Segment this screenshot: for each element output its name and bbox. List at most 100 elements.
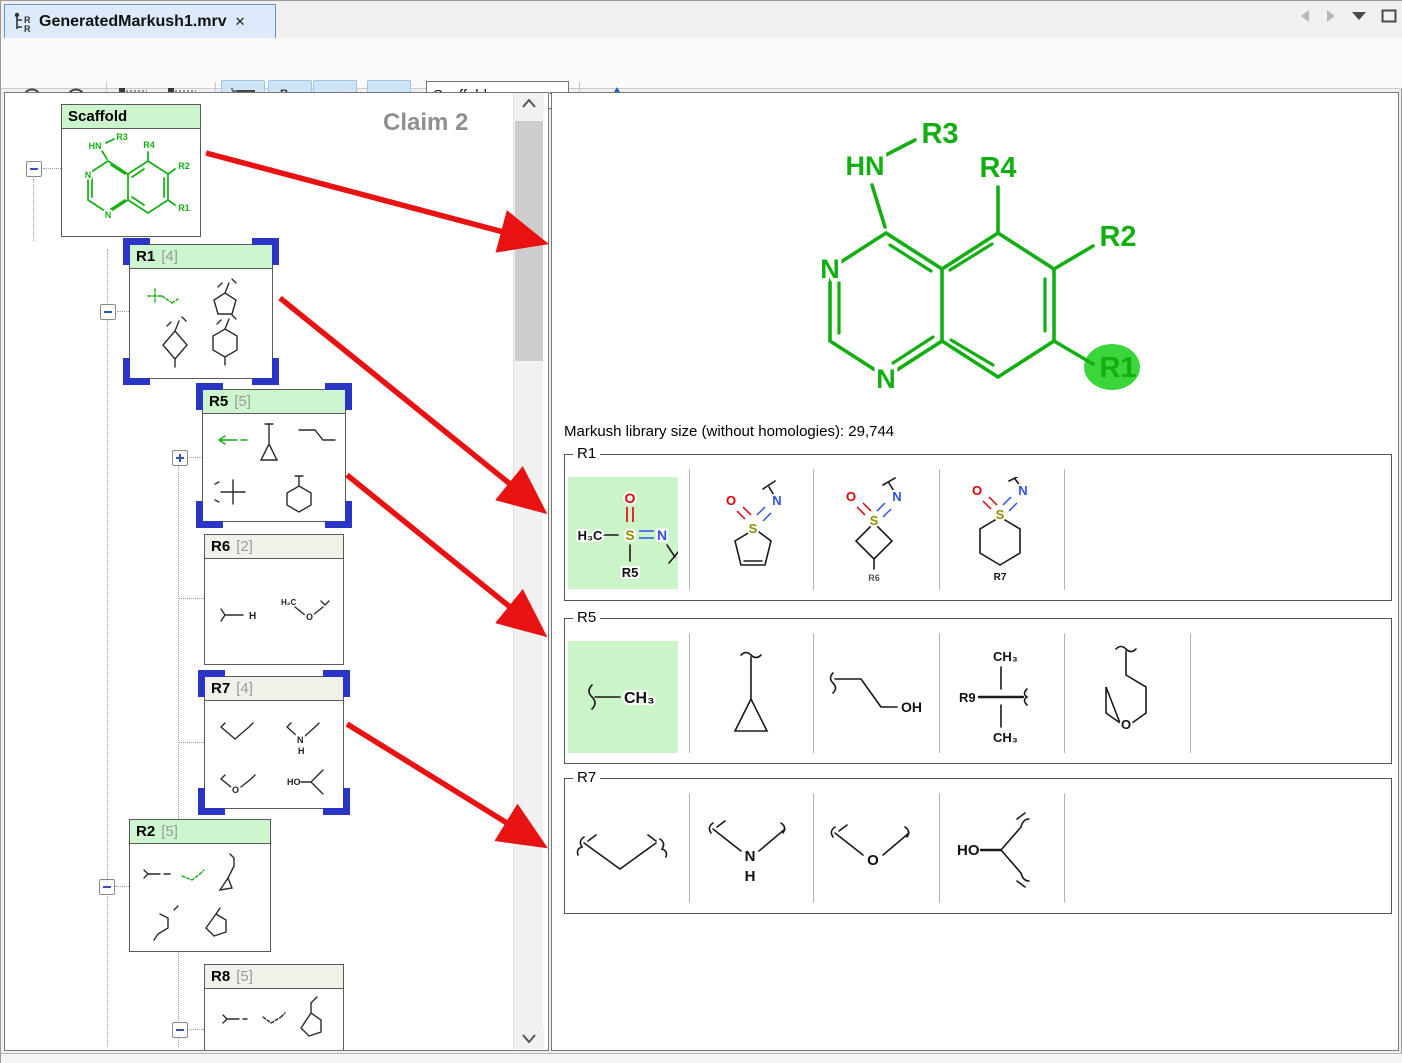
selection-corner xyxy=(325,383,352,410)
markush-tree-tab-icon: R R xyxy=(13,11,33,33)
expander-r5[interactable] xyxy=(172,450,188,466)
svg-text:R1: R1 xyxy=(178,203,190,213)
svg-text:R4: R4 xyxy=(143,140,155,150)
cell-separator xyxy=(689,633,690,753)
svg-text:HO: HO xyxy=(287,777,301,787)
tree-node-r2[interactable]: R2[5] xyxy=(129,819,271,952)
r7-option-amine[interactable]: N H xyxy=(695,797,805,907)
svg-text:CH₃: CH₃ xyxy=(993,649,1018,664)
r8-thumbnails xyxy=(205,989,341,1051)
scaffold-structure: HN R3 R4 R2 N N R1 xyxy=(552,93,1398,415)
r7-option-hydroxymethine[interactable]: HO xyxy=(945,797,1055,907)
svg-text:O: O xyxy=(1121,717,1131,732)
cell-separator xyxy=(939,793,940,903)
svg-text:O: O xyxy=(625,490,636,506)
r1-option-thiolane-sulfoximine[interactable]: S O N xyxy=(695,477,805,589)
chevron-up-icon xyxy=(522,99,536,108)
tree-node-r1[interactable]: R1[4] xyxy=(129,244,273,379)
svg-text:R1: R1 xyxy=(1099,352,1136,384)
svg-text:H: H xyxy=(745,868,756,885)
tree-connector xyxy=(33,179,34,241)
chevron-down-icon xyxy=(522,1034,536,1043)
library-size-text: Markush library size (without homologies… xyxy=(564,423,894,440)
r7-thumbnails: N H O HO xyxy=(205,701,341,805)
selection-corner xyxy=(198,670,225,697)
r7-groupbox: R7 N H O HO xyxy=(564,778,1392,914)
toolbar: R R Scaffold R xyxy=(1,38,1402,89)
expander-r1[interactable] xyxy=(100,304,116,320)
r7-group-label: R7 xyxy=(573,769,600,786)
svg-text:HO: HO xyxy=(957,842,980,859)
selection-corner xyxy=(196,383,223,410)
scrollbar-thumb[interactable] xyxy=(515,121,543,361)
svg-text:S: S xyxy=(625,527,634,543)
expander-scaffold[interactable] xyxy=(26,161,42,177)
tree-connector xyxy=(178,463,179,1047)
svg-text:S: S xyxy=(870,513,879,528)
tree-scrollbar[interactable] xyxy=(513,93,543,1049)
svg-text:N: N xyxy=(657,527,667,543)
r7-option-ether[interactable]: O xyxy=(819,797,929,907)
r5-option-cyclopropyl[interactable] xyxy=(695,641,805,753)
svg-text:N: N xyxy=(105,210,112,220)
tree-connector xyxy=(179,742,204,743)
r6-thumbnails: H H₃C O xyxy=(205,559,341,661)
cell-separator xyxy=(1064,633,1065,753)
svg-text:CH₃: CH₃ xyxy=(993,730,1018,745)
selection-corner xyxy=(323,670,350,697)
tab-close-icon[interactable]: ✕ xyxy=(235,14,246,30)
svg-text:R2: R2 xyxy=(178,161,190,171)
r5-group-label: R5 xyxy=(573,609,600,626)
tree-node-r7[interactable]: R7[4] N H O HO xyxy=(204,676,344,809)
next-tab-icon[interactable] xyxy=(1325,9,1337,23)
svg-text:S: S xyxy=(996,507,1005,522)
cell-separator xyxy=(939,469,940,590)
tree-connector xyxy=(115,886,129,887)
svg-text:HN: HN xyxy=(846,151,885,181)
r5-option-methyl[interactable]: CH₃ xyxy=(568,641,678,753)
svg-text:R3: R3 xyxy=(921,118,958,150)
tab-list-icon[interactable] xyxy=(1351,11,1367,21)
svg-text:HN: HN xyxy=(89,141,102,151)
r2-thumbnails xyxy=(130,844,268,948)
r5-option-tetrahydropyranyl[interactable]: O xyxy=(1070,641,1180,753)
svg-text:O: O xyxy=(726,493,736,508)
svg-text:O: O xyxy=(972,483,982,498)
tree-node-r5[interactable]: R5[5] xyxy=(202,389,346,522)
cell-separator xyxy=(813,633,814,753)
cell-separator xyxy=(813,793,814,903)
document-tab[interactable]: R R GeneratedMarkush1.mrv ✕ xyxy=(4,4,276,38)
scrollbar-down-button[interactable] xyxy=(514,1028,544,1049)
r1-option-methyl-sulfoximine[interactable]: H₃C S O N R5 xyxy=(568,477,678,589)
svg-text:N: N xyxy=(772,493,781,508)
svg-text:N: N xyxy=(892,489,901,504)
r1-option-thiane-sulfoximine[interactable]: S O N R7 xyxy=(945,477,1055,589)
tree-connector xyxy=(107,249,108,1047)
r7-option-methylene[interactable] xyxy=(568,797,678,907)
previous-tab-icon[interactable] xyxy=(1299,9,1311,23)
selection-corner xyxy=(123,238,150,265)
svg-text:H₃C: H₃C xyxy=(281,598,296,607)
cell-separator xyxy=(939,633,940,753)
maximize-icon[interactable] xyxy=(1381,9,1397,23)
expander-r8[interactable] xyxy=(172,1022,188,1038)
r1-option-thietane-sulfoximine[interactable]: S O N R6 xyxy=(819,477,929,589)
r5-option-r9-dimethyl[interactable]: R9 CH₃ CH₃ xyxy=(945,641,1055,753)
scrollbar-up-button[interactable] xyxy=(514,93,544,114)
tree-node-scaffold[interactable]: Scaffold HN R3 R4 R2 R1 N N xyxy=(61,104,201,237)
horizontal-scrollbar-strip[interactable] xyxy=(1,1053,1402,1063)
r1-thumbnails xyxy=(130,269,270,375)
cell-separator xyxy=(689,469,690,590)
svg-text:R: R xyxy=(24,24,31,33)
tree-node-r8[interactable]: R8[5] xyxy=(204,964,344,1051)
minus-icon xyxy=(175,1025,185,1035)
scaffold-thumbnail: HN R3 R4 R2 R1 N N xyxy=(62,129,198,233)
tree-connector xyxy=(117,311,129,312)
minus-icon xyxy=(29,164,39,174)
expander-r2[interactable] xyxy=(99,879,115,895)
cell-separator xyxy=(1064,793,1065,903)
minus-icon xyxy=(102,882,112,892)
tree-node-r6[interactable]: R6[2] H H₃C O xyxy=(204,534,344,665)
r5-option-hydroxyethyl[interactable]: OH xyxy=(819,641,929,753)
r5-groupbox: R5 CH₃ OH xyxy=(564,618,1392,764)
